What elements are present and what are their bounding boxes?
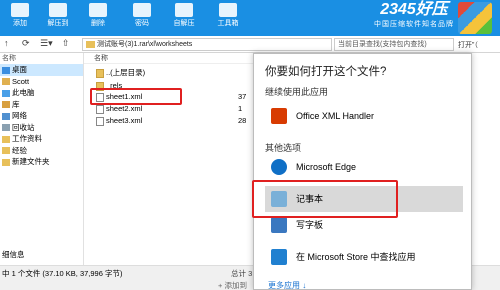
add-icon [11,3,29,17]
left-nav: 名称 桌面 Scott 此电脑 库 网络 回收站 工作资料 经验 新建文件夹 细… [0,53,84,265]
search-input[interactable]: 当前目录查找(支持包内查找) [334,38,454,51]
folder-icon [2,135,10,143]
back-arrow-icon[interactable]: ↑ [4,38,9,48]
self-extract-icon [175,3,193,17]
up-icon[interactable]: ⇧ [62,38,70,49]
file-row-parent[interactable]: ..(上层目录) [84,67,254,79]
app-microsoft-edge[interactable]: Microsoft Edge [265,154,463,180]
recycle-bin-icon [2,124,10,132]
library-icon [2,101,10,109]
dialog-title: 你要如何打开这个文件? [265,66,387,78]
open-with-dialog: 你要如何打开这个文件? 继续使用此应用 Office XML Handler 其… [252,53,472,290]
network-icon [2,112,10,120]
details-label: 细信息 [2,250,25,259]
other-options-label: 其他选项 [265,143,302,153]
total-status: 总计 3 [231,269,253,278]
refresh-icon[interactable]: ⟳ [22,38,30,49]
folder-icon [96,69,104,78]
delete-icon [89,3,107,17]
file-list: 名称 ..(上层目录) _rels sheet1.xml 37 sheet2.xm… [84,53,254,265]
add-button[interactable]: 添加 [2,3,38,35]
self-extract-button[interactable]: 自解压 [166,3,202,35]
view-menu-icon[interactable]: ☰▾ [40,38,53,49]
folder-icon [2,158,10,166]
delete-button[interactable]: 删除 [80,3,116,35]
more-apps-link[interactable]: 更多应用 ↓ [268,280,306,290]
nav-header: 名称 [2,55,16,62]
highlight-box [90,88,182,105]
toolbox-icon [219,3,237,17]
extract-to-button[interactable]: 解压到 [40,3,76,35]
edge-icon [271,159,287,175]
nav-item-new-folder[interactable]: 新建文件夹 [0,156,83,168]
store-icon [271,249,287,265]
computer-icon [2,89,10,97]
nav-item-recycle[interactable]: 回收站 [0,122,83,134]
password-icon [133,3,151,17]
toolbox-button[interactable]: 工具箱 [210,3,246,35]
folder-icon [86,41,95,48]
file-icon [96,117,104,126]
file-row-sheet3[interactable]: sheet3.xml 28 [84,115,254,127]
nav-item-work[interactable]: 工作资料 [0,133,83,145]
app-office-xml-handler[interactable]: Office XML Handler [265,103,463,129]
nav-item-user[interactable]: Scott [0,76,83,88]
background-text: 打开”（ [458,42,478,49]
app-microsoft-store[interactable]: 在 Microsoft Store 中查找应用 [265,244,463,270]
nav-item-library[interactable]: 库 [0,99,83,111]
address-bar: ↑ ⟳ ☰▾ ⇧ 测试账号(3)1.rar\xl\worksheets 当前目录… [0,36,500,53]
extract-icon [49,3,67,17]
brand-slogan: 中国压缩软件知名品牌 [374,21,454,28]
nav-item-this-pc[interactable]: 此电脑 [0,87,83,99]
nav-item-desktop[interactable]: 桌面 [0,64,83,76]
folder-icon [2,147,10,155]
path-field[interactable]: 测试账号(3)1.rar\xl\worksheets [82,38,332,51]
nav-item-experience[interactable]: 经验 [0,145,83,157]
desktop-icon [2,66,10,74]
brand: 2345好压 中国压缩软件知名品牌 [374,0,454,36]
highlight-box [252,180,398,218]
nav-item-network[interactable]: 网络 [0,110,83,122]
office-icon [271,108,287,124]
password-button[interactable]: 密码 [124,3,160,35]
add-to-link[interactable]: + 添加到 [218,280,247,290]
brand-title: 2345好压 [380,1,448,18]
continue-label: 继续使用此应用 [265,87,329,97]
user-icon [2,78,10,86]
wordpad-icon [271,217,287,233]
name-column-header[interactable]: 名称 [84,53,254,64]
file-icon [96,105,104,114]
archive-logo-icon [458,2,492,34]
toolbar: 添加 解压到 删除 密码 自解压 工具箱 2345好压 中国压缩软件知名品牌 [0,0,500,36]
selection-status: 中 1 个文件 (37.10 KB, 37,996 字节) [2,269,123,278]
